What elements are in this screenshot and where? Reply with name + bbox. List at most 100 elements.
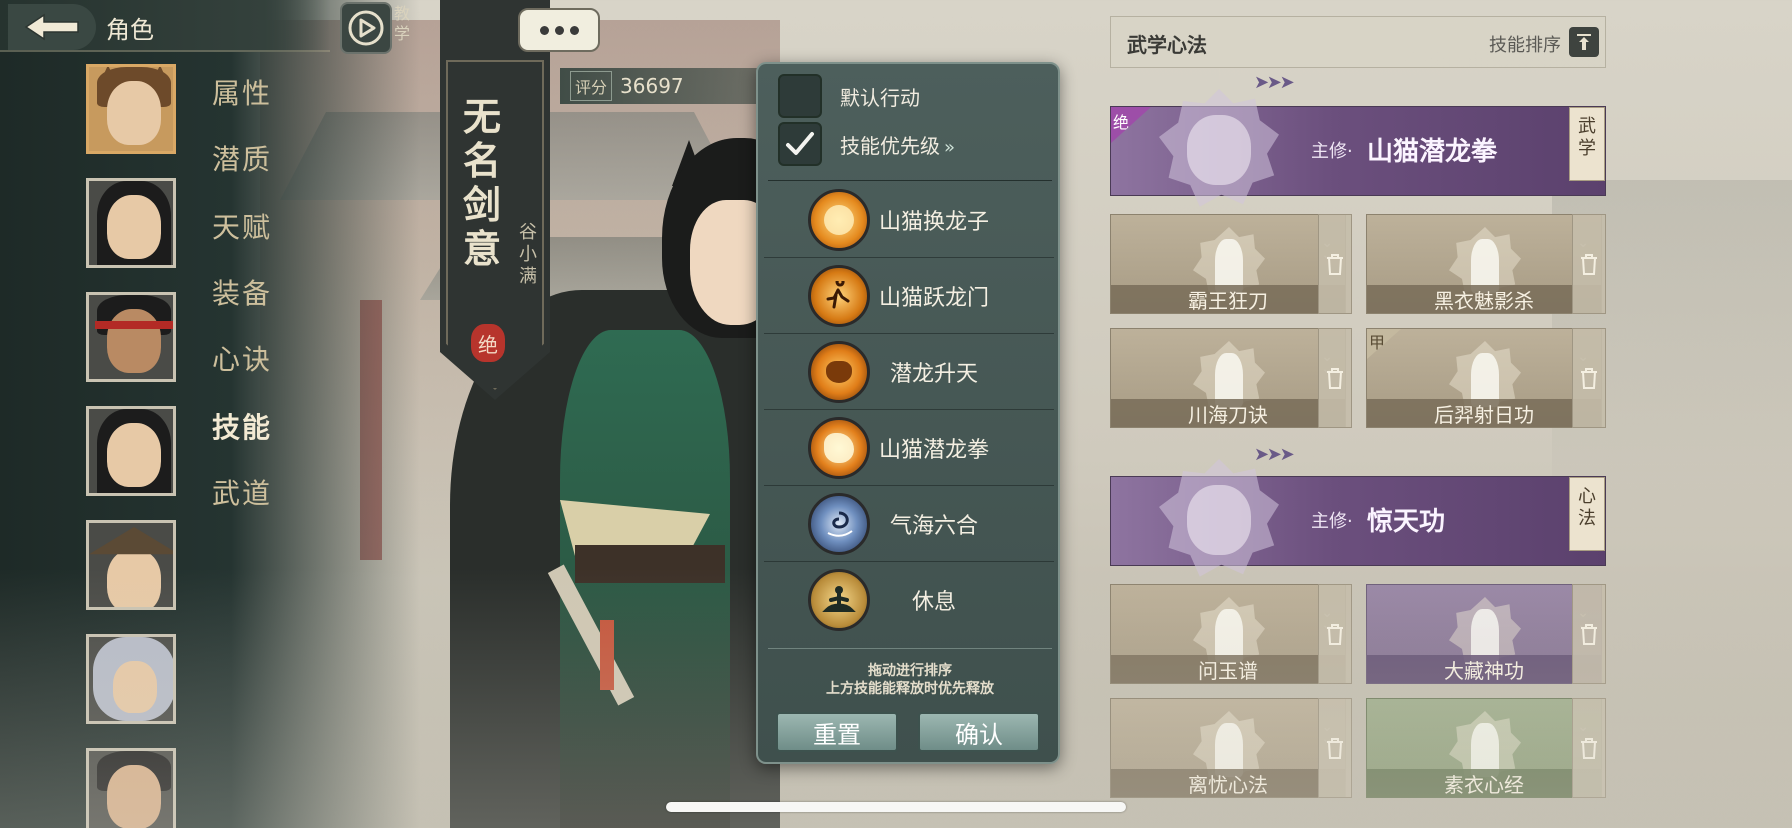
character-portrait[interactable] <box>86 292 176 382</box>
grade-tag: 甲 <box>1367 329 1401 359</box>
dragon-head-icon <box>808 340 870 403</box>
priority-skill-row[interactable]: 山猫跃龙门 <box>764 258 1054 334</box>
checkmark-icon <box>786 132 814 155</box>
nav-item-attributes[interactable]: 属性 <box>212 72 272 112</box>
skill-card[interactable]: ⌄⌄ 霸王狂刀 <box>1110 214 1346 314</box>
skill-card[interactable]: ⌄⌄ 离忧心法 <box>1110 698 1346 798</box>
martial-tab[interactable]: 武学 <box>1569 107 1605 181</box>
left-panel <box>0 0 420 828</box>
remove-skill-button[interactable] <box>1572 214 1606 314</box>
skill-card[interactable]: ⌄⌄ 素衣心经 <box>1366 698 1602 798</box>
priority-skill-name: 潜龙升天 <box>889 361 978 387</box>
skill-card-name: 后羿射日功 <box>1367 399 1601 427</box>
skill-card-name: 素衣心经 <box>1367 769 1601 797</box>
top-bar: 角色 <box>0 0 330 52</box>
priority-skill-name: 气海六合 <box>889 513 978 539</box>
divider <box>768 180 1052 181</box>
main-skill-name: 惊天功 <box>1367 507 1446 537</box>
character-belt <box>575 545 725 583</box>
character-portrait[interactable] <box>86 634 176 724</box>
skill-priority-checkbox[interactable] <box>778 122 822 166</box>
remove-skill-button[interactable] <box>1318 584 1352 684</box>
priority-skill-row[interactable]: 潜龙升天 <box>764 334 1054 410</box>
drag-sort-hint: 拖动进行排序 <box>868 663 952 679</box>
priority-skill-name: 休息 <box>911 590 956 615</box>
remove-skill-button[interactable] <box>1572 698 1606 798</box>
priority-skill-row[interactable]: 休息 <box>764 562 1054 638</box>
main-martial-skill-card[interactable]: 绝 主修· 山猫潜龙拳 武学 <box>1110 89 1606 207</box>
skill-card[interactable]: ⌄⌄ 黑衣魅影杀 <box>1366 214 1602 314</box>
main-skill-prefix: 主修· <box>1311 511 1353 532</box>
character-portrait-selected[interactable] <box>86 64 176 154</box>
priority-skill-name: 山猫跃龙门 <box>878 285 989 311</box>
sword-tassel <box>600 620 614 690</box>
skill-card[interactable]: 甲 ⌄⌄ 后羿射日功 <box>1366 328 1602 428</box>
character-name: 谷小满 <box>519 222 537 287</box>
trash-icon <box>1327 738 1343 759</box>
trash-icon <box>1581 624 1597 645</box>
default-action-label: 默认行动 <box>840 85 920 110</box>
nav-item-skills[interactable]: 技能 <box>212 406 272 446</box>
score-value: 36697 <box>620 74 684 98</box>
more-options-button[interactable] <box>518 8 600 52</box>
main-skill-prefix: 主修· <box>1311 141 1353 162</box>
page-title: 角色 <box>106 16 154 44</box>
skill-card-name: 问玉谱 <box>1111 655 1345 683</box>
default-action-toggle[interactable]: 默认行动 <box>778 74 920 118</box>
remove-skill-button[interactable] <box>1572 328 1606 428</box>
nav-item-potential[interactable]: 潜质 <box>212 138 272 178</box>
meditation-figure-icon <box>1187 485 1251 555</box>
running-figure-icon <box>808 264 870 327</box>
character-title: 无名剑意 <box>462 94 501 271</box>
main-mind-art-card[interactable]: 主修· 惊天功 心法 <box>1110 459 1606 577</box>
nav-item-mind-art[interactable]: 心诀 <box>212 338 272 378</box>
skill-priority-label: 技能优先级» <box>840 133 956 158</box>
reset-button[interactable]: 重置 <box>776 712 898 752</box>
nav-item-talent[interactable]: 天赋 <box>212 206 272 246</box>
tutorial-button[interactable] <box>340 2 392 54</box>
nav-item-equipment[interactable]: 装备 <box>212 272 272 312</box>
skill-sort-button[interactable] <box>1569 27 1599 57</box>
remove-skill-button[interactable] <box>1318 698 1352 798</box>
bird-decoration-icon: ➤ ➤ ➤ <box>1254 444 1295 465</box>
skill-sort-label: 技能排序 <box>1489 35 1561 56</box>
skill-card-name: 离忧心法 <box>1111 769 1345 797</box>
character-portrait[interactable] <box>86 178 176 268</box>
default-action-checkbox[interactable] <box>778 74 822 118</box>
trash-icon <box>1581 738 1597 759</box>
character-portrait[interactable] <box>86 748 176 828</box>
rarity-seal: 绝 <box>471 324 505 362</box>
skill-card-name: 霸王狂刀 <box>1111 285 1345 313</box>
priority-skill-row[interactable]: 山猫换龙子 <box>764 182 1054 258</box>
dot-icon <box>554 25 564 35</box>
skill-card-name: 川海刀诀 <box>1111 399 1345 427</box>
remove-skill-button[interactable] <box>1318 328 1352 428</box>
fire-burst-icon <box>808 188 870 251</box>
priority-skill-row[interactable]: 山猫潜龙拳 <box>764 410 1054 486</box>
score-bar: 评分 36697 <box>560 68 760 104</box>
skill-card[interactable]: ⌄⌄ 大藏神功 <box>1366 584 1602 684</box>
flame-fist-icon <box>808 416 870 479</box>
dot-icon <box>569 25 579 35</box>
nav-item-martial-way[interactable]: 武道 <box>212 472 272 512</box>
back-button[interactable] <box>8 4 96 50</box>
remove-skill-button[interactable] <box>1318 214 1352 314</box>
trash-icon <box>1327 624 1343 645</box>
skill-priority-toggle[interactable]: 技能优先级» <box>778 122 955 166</box>
skill-card[interactable]: ⌄⌄ 川海刀诀 <box>1110 328 1346 428</box>
mind-art-tab[interactable]: 心法 <box>1569 477 1605 551</box>
trash-icon <box>1327 254 1343 275</box>
dot-icon <box>539 25 549 35</box>
swirl-icon <box>808 492 870 555</box>
character-portrait[interactable] <box>86 406 176 496</box>
meditation-icon <box>808 569 870 631</box>
skill-card[interactable]: ⌄⌄ 问玉谱 <box>1110 584 1346 684</box>
trash-icon <box>1581 368 1597 389</box>
confirm-button[interactable]: 确认 <box>918 712 1040 752</box>
character-portrait[interactable] <box>86 520 176 610</box>
priority-skill-row[interactable]: 气海六合 <box>764 486 1054 562</box>
score-label: 评分 <box>570 71 613 101</box>
remove-skill-button[interactable] <box>1572 584 1606 684</box>
tutorial-label: 教学 <box>394 4 411 43</box>
home-indicator[interactable] <box>666 802 1126 812</box>
